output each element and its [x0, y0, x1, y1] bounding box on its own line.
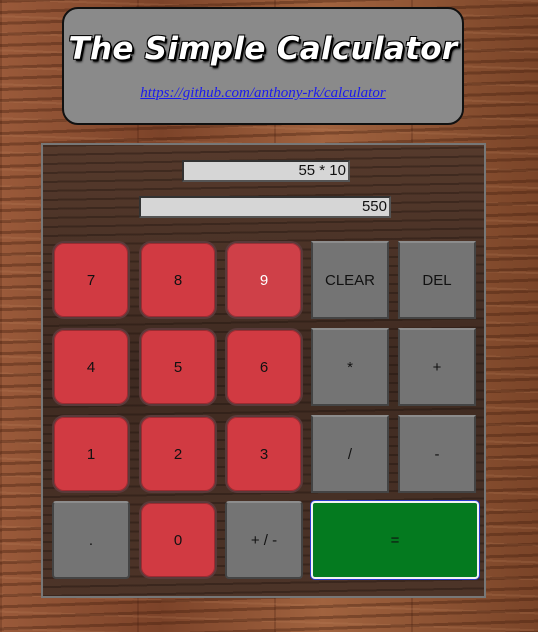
digit-2-button[interactable]: 2: [139, 415, 217, 493]
calculator: 55 * 10 550 7 8 9 CLEAR DEL 4 5 6 * + 1 …: [41, 143, 486, 598]
digit-6-button[interactable]: 6: [225, 328, 303, 406]
divide-button[interactable]: /: [311, 415, 389, 493]
decimal-button[interactable]: .: [52, 501, 130, 579]
minus-button[interactable]: -: [398, 415, 476, 493]
header-panel: The Simple Calculator https://github.com…: [62, 7, 464, 125]
digit-1-button[interactable]: 1: [52, 415, 130, 493]
digit-3-button[interactable]: 3: [225, 415, 303, 493]
digit-4-button[interactable]: 4: [52, 328, 130, 406]
digit-8-button[interactable]: 8: [139, 241, 217, 319]
expression-display: 55 * 10: [182, 160, 350, 182]
multiply-button[interactable]: *: [311, 328, 389, 406]
github-link[interactable]: https://github.com/anthony-rk/calculator: [140, 85, 385, 102]
digit-9-button[interactable]: 9: [225, 241, 303, 319]
clear-button[interactable]: CLEAR: [311, 241, 389, 319]
plus-button[interactable]: +: [398, 328, 476, 406]
digit-7-button[interactable]: 7: [52, 241, 130, 319]
equals-button[interactable]: =: [311, 501, 479, 579]
digit-0-button[interactable]: 0: [139, 501, 217, 579]
sign-toggle-button[interactable]: + / -: [225, 501, 303, 579]
delete-button[interactable]: DEL: [398, 241, 476, 319]
digit-5-button[interactable]: 5: [139, 328, 217, 406]
page-title: The Simple Calculator: [68, 31, 458, 67]
result-display: 550: [139, 196, 391, 218]
